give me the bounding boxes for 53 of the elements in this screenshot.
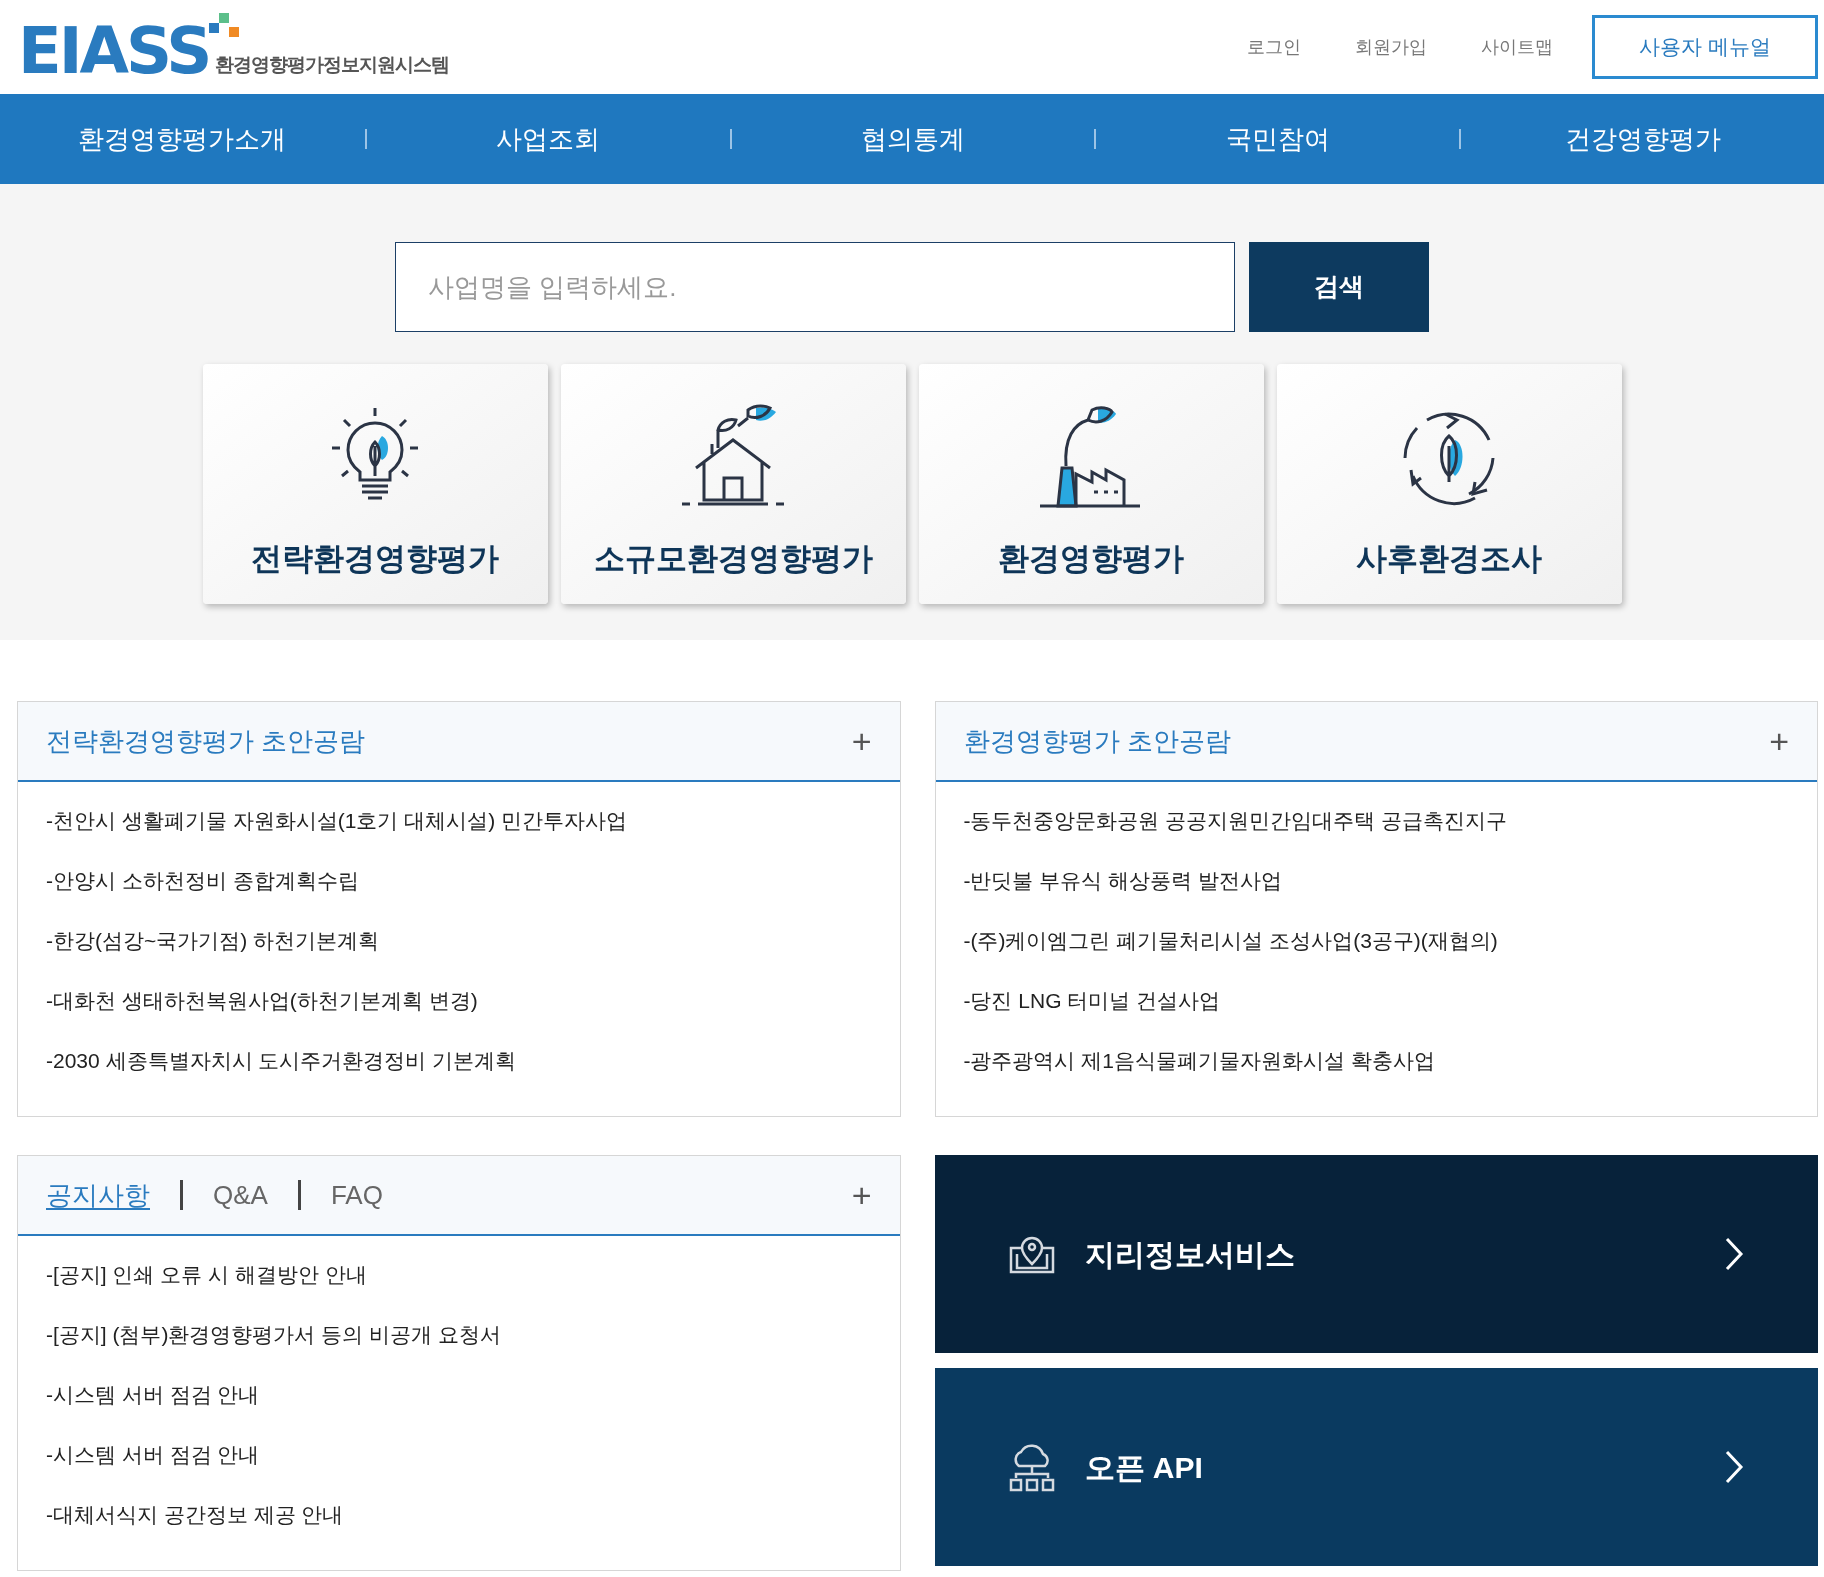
service-banner[interactable]: 지리정보서비스 <box>934 1155 1818 1353</box>
nav-item[interactable]: 환경영향평가소개 <box>0 119 365 159</box>
logo-text: EIASS <box>18 14 210 88</box>
category-card[interactable]: 환경영향평가 <box>918 364 1264 604</box>
panel-title: 환경영향평가 초안공람 <box>963 724 1231 758</box>
card-label: 전략환경영향평가 <box>251 539 499 578</box>
cloud-network-icon <box>1008 1442 1055 1492</box>
service-banner[interactable]: 오픈 API <box>934 1368 1818 1566</box>
card-label: 환경영향평가 <box>998 539 1184 578</box>
map-pin-icon <box>1008 1234 1055 1274</box>
list-link[interactable]: -당진 LNG 터미널 건설사업 <box>963 984 1789 1018</box>
list-link[interactable]: -시스템 서버 점검 안내 <box>46 1378 872 1412</box>
list-link[interactable]: -한강(섬강~국가기점) 하천기본계획 <box>46 924 872 958</box>
service-label: 오픈 API <box>1084 1449 1204 1486</box>
nav-item[interactable]: 국민참여 <box>1096 119 1460 159</box>
more-button[interactable]: + <box>851 1178 872 1212</box>
list-link[interactable]: -[공지] 인쇄 오류 시 해결방안 안내 <box>46 1258 872 1292</box>
search-field[interactable]: 사업명을 입력하세요. <box>395 242 1235 332</box>
list-link[interactable]: -광주광역시 제1음식물폐기물자원화시설 확충사업 <box>963 1044 1789 1078</box>
list-link[interactable]: -시스템 서버 점검 안내 <box>46 1438 872 1472</box>
list-link[interactable]: -반딧불 부유식 해상풍력 발전사업 <box>963 864 1789 898</box>
card-label: 사후환경조사 <box>1356 539 1542 578</box>
logo-squares-icon <box>209 13 242 37</box>
service-label: 지리정보서비스 <box>1084 1236 1296 1273</box>
user-manual-button[interactable]: 사용자 메뉴얼 <box>1592 15 1818 79</box>
board-tab[interactable]: 공지사항 <box>46 1175 150 1215</box>
category-card[interactable]: 사후환경조사 <box>1276 364 1622 604</box>
top-link[interactable]: 로그인 <box>1220 33 1328 61</box>
board-tab[interactable]: Q&A <box>213 1175 268 1215</box>
panel-title: 전략환경영향평가 초안공람 <box>46 724 366 758</box>
category-card[interactable]: 전략환경영향평가 <box>202 364 548 604</box>
nav-item[interactable]: 협의통계 <box>731 119 1095 159</box>
card-label: 소규모환경영향평가 <box>593 539 873 578</box>
chevron-right-icon <box>1724 1237 1744 1271</box>
chevron-right-icon <box>1724 1450 1744 1484</box>
more-button[interactable]: + <box>851 724 872 758</box>
search-button[interactable]: 검색 <box>1249 242 1429 332</box>
logo-subtitle: 환경영향평가정보지원시스템 <box>215 52 450 77</box>
list-link[interactable]: -동두천중앙문화공원 공공지원민간임대주택 공급촉진지구 <box>963 804 1789 838</box>
list-link[interactable]: -대화천 생태하천복원사업(하천기본계획 변경) <box>46 984 872 1018</box>
list-link[interactable]: -대체서식지 공간정보 제공 안내 <box>46 1498 872 1532</box>
list-link[interactable]: -안양시 소하천정비 종합계획수립 <box>46 864 872 898</box>
more-button[interactable]: + <box>1769 724 1789 758</box>
top-link[interactable]: 회원가입 <box>1328 33 1454 61</box>
category-card[interactable]: 소규모환경영향평가 <box>560 364 906 604</box>
nav-item[interactable]: 사업조회 <box>366 119 730 159</box>
top-link[interactable]: 사이트맵 <box>1454 33 1580 61</box>
list-link[interactable]: -(주)케이엠그린 폐기물처리시설 조성사업(3공구)(재협의) <box>963 924 1789 958</box>
list-link[interactable]: -2030 세종특별자치시 도시주거환경정비 기본계획 <box>46 1044 872 1078</box>
list-link[interactable]: -[공지] (첨부)환경영향평가서 등의 비공개 요청서 <box>46 1318 872 1352</box>
nav-item[interactable]: 건강영향평가 <box>1461 119 1824 159</box>
board-tab[interactable]: FAQ <box>330 1175 383 1215</box>
list-link[interactable]: -천안시 생활폐기물 자원화시설(1호기 대체시설) 민간투자사업 <box>46 804 872 838</box>
